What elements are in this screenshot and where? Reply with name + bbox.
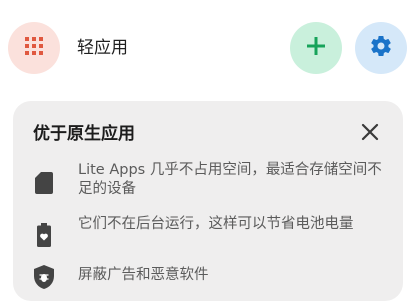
app-bar: 轻应用 (0, 0, 416, 94)
feature-text: 它们不在后台运行，这样可以节省电池电量 (78, 216, 354, 232)
gear-icon (369, 34, 393, 62)
close-button[interactable] (357, 121, 383, 147)
sd-card-icon (33, 171, 55, 195)
settings-button[interactable] (355, 22, 407, 74)
shield-bug-icon (33, 265, 55, 289)
card-title: 优于原生应用 (33, 124, 135, 144)
add-button[interactable] (290, 22, 342, 74)
app-title: 轻应用 (77, 38, 128, 58)
close-icon (361, 123, 379, 145)
feature-text: 屏蔽广告和恶意软件 (78, 267, 209, 283)
grid-icon (25, 37, 43, 59)
feature-text: Lite Apps 几乎不占用空间，最适合存储空间不足的设备 (78, 162, 382, 197)
plus-icon (306, 36, 326, 60)
grid-menu-button[interactable] (8, 22, 60, 74)
battery-icon (33, 223, 55, 247)
info-card: 优于原生应用 Lite Apps 几乎不占用空间，最适合存储空间不足的设备 它们… (13, 101, 403, 301)
